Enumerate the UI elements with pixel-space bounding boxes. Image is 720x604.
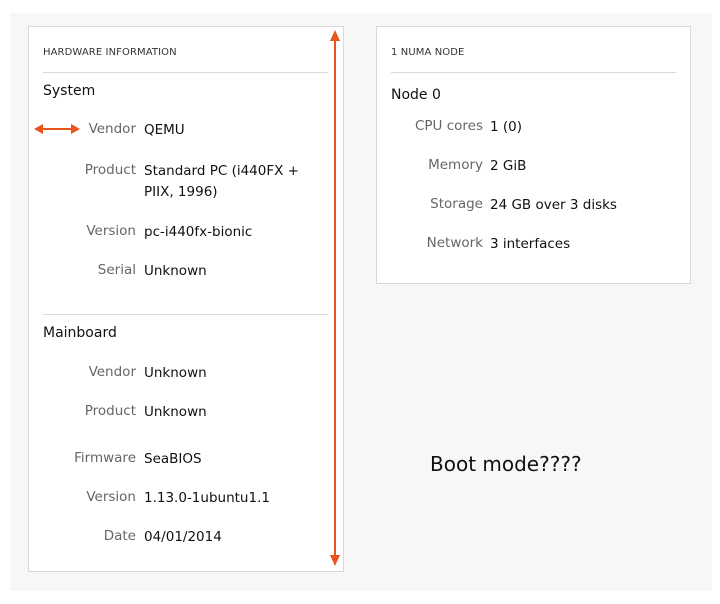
firmware-version-label: Version [86,489,136,505]
storage-label: Storage [430,196,483,212]
system-product-label: Product [84,162,136,178]
mainboard-vendor-label: Vendor [88,364,136,380]
numa-card-title: 1 NUMA NODE [391,47,465,58]
boot-mode-annotation: Boot mode???? [430,452,582,476]
storage-value: 24 GB over 3 disks [490,197,617,213]
vertical-double-arrow-icon [330,30,340,566]
mainboard-divider [43,314,328,315]
hardware-card-title: HARDWARE INFORMATION [43,47,177,58]
mainboard-vendor-value: Unknown [144,365,207,381]
system-vendor-label: Vendor [88,121,136,137]
memory-value: 2 GiB [490,158,527,174]
network-label: Network [426,235,483,251]
firmware-value: SeaBIOS [144,451,202,467]
firmware-date-label: Date [103,528,136,544]
network-value: 3 interfaces [490,236,571,252]
firmware-version-value: 1.13.0-1ubuntu1.1 [144,490,270,506]
mainboard-product-label: Product [84,403,136,419]
numa-title-divider [391,72,676,73]
system-product-value-line2: PIIX, 1996) [144,184,218,200]
system-vendor-value: QEMU [144,122,185,138]
mainboard-heading: Mainboard [43,325,117,341]
cpu-cores-value: 1 (0) [490,119,523,135]
memory-label: Memory [428,157,483,173]
hardware-title-divider [43,72,328,73]
system-serial-label: Serial [97,262,136,278]
system-serial-value: Unknown [144,263,207,279]
cpu-cores-label: CPU cores [414,118,483,134]
firmware-date-value: 04/01/2014 [144,529,222,545]
firmware-label: Firmware [74,450,136,466]
horizontal-double-arrow-icon [34,124,80,134]
system-version-value: pc-i440fx-bionic [144,224,253,240]
system-heading: System [43,83,96,99]
mainboard-product-value: Unknown [144,404,207,420]
numa-node-heading: Node 0 [391,87,441,103]
system-product-value-line1: Standard PC (i440FX + [144,163,299,179]
system-version-label: Version [86,223,136,239]
